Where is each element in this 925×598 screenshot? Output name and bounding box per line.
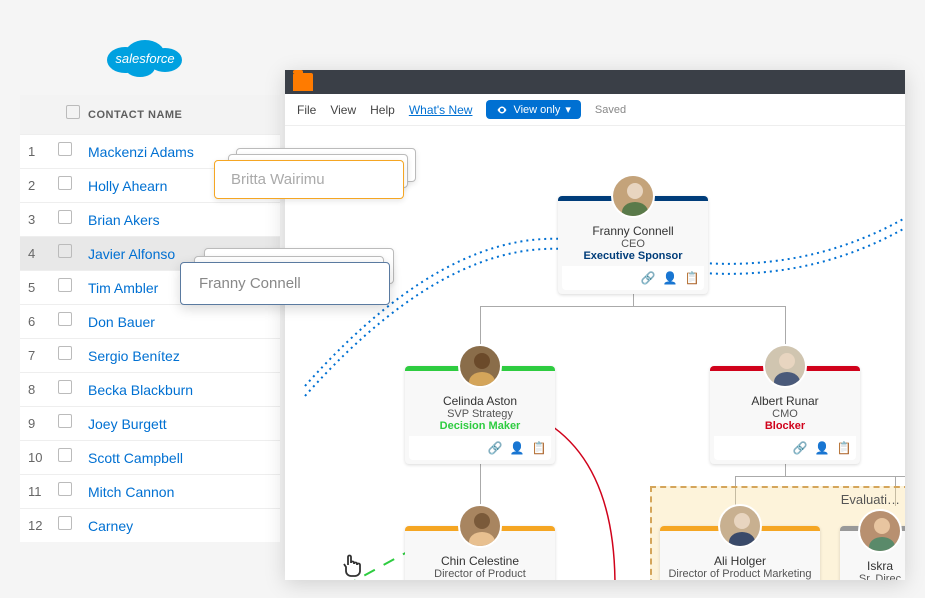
contact-link[interactable]: Brian Akers [88, 212, 160, 228]
link-icon[interactable]: 🔗 [487, 440, 503, 456]
eye-icon [496, 104, 508, 116]
row-checkbox[interactable] [58, 448, 72, 462]
row-checkbox[interactable] [58, 346, 72, 360]
menubar: File View Help What's New View only ▾ Sa… [285, 94, 905, 126]
row-checkbox[interactable] [58, 312, 72, 326]
person-icon[interactable]: 👤 [814, 440, 830, 456]
row-checkbox[interactable] [58, 278, 72, 292]
window-titlebar[interactable] [285, 70, 905, 94]
contact-link[interactable]: Scott Campbell [88, 450, 183, 466]
menu-help[interactable]: Help [370, 103, 395, 117]
chevron-down-icon: ▾ [565, 103, 571, 116]
person-icon[interactable]: 👤 [662, 270, 678, 286]
contact-header-label: CONTACT NAME [88, 109, 182, 121]
node-title: Director of Product Marketing [664, 568, 816, 580]
notes-icon[interactable]: 📋 [531, 440, 547, 456]
cursor-icon [340, 551, 364, 580]
select-all-checkbox[interactable] [66, 105, 80, 119]
node-title: SVP Strategy [409, 408, 551, 420]
notes-icon[interactable]: 📋 [684, 270, 700, 286]
row-checkbox[interactable] [58, 380, 72, 394]
menu-file[interactable]: File [297, 103, 316, 117]
org-node-ali[interactable]: Ali Holger Director of Product Marketing… [660, 526, 820, 580]
node-name: Ali Holger [664, 554, 816, 568]
avatar [458, 344, 502, 388]
node-role: Blocker [714, 420, 856, 432]
contact-link[interactable]: Tim Ambler [88, 280, 158, 296]
row-checkbox[interactable] [58, 516, 72, 530]
org-chart-window: File View Help What's New View only ▾ Sa… [285, 70, 905, 580]
avatar [858, 509, 902, 553]
avatar [763, 344, 807, 388]
menu-whats-new[interactable]: What's New [409, 103, 473, 117]
zone-label: Evaluati… [841, 492, 900, 507]
svg-text:salesforce: salesforce [115, 51, 174, 66]
contact-link[interactable]: Becka Blackburn [88, 382, 193, 398]
node-name: Celinda Aston [409, 394, 551, 408]
node-name: Albert Runar [714, 394, 856, 408]
node-title: Director of Product [409, 568, 551, 580]
node-title: Sr. Direc [844, 573, 905, 580]
row-checkbox[interactable] [58, 244, 72, 258]
row-checkbox[interactable] [58, 142, 72, 156]
menu-view[interactable]: View [330, 103, 356, 117]
table-row[interactable]: 6Don Bauer [20, 304, 280, 338]
node-role: Executive Sponsor [562, 250, 704, 262]
contact-link[interactable]: Mitch Cannon [88, 484, 174, 500]
contact-link[interactable]: Carney [88, 518, 133, 534]
org-node-iskra[interactable]: Iskra Sr. Direc Oth [840, 526, 905, 580]
person-icon[interactable]: 👤 [509, 440, 525, 456]
row-checkbox[interactable] [58, 210, 72, 224]
contact-link[interactable]: Joey Burgett [88, 416, 167, 432]
node-name: Franny Connell [562, 224, 704, 238]
contact-link[interactable]: Sergio Benítez [88, 348, 180, 364]
table-row[interactable]: 10Scott Campbell [20, 440, 280, 474]
view-only-button[interactable]: View only ▾ [486, 100, 580, 119]
node-role: Decision Maker [409, 420, 551, 432]
avatar [458, 504, 502, 548]
folder-icon [293, 73, 313, 91]
org-node-celinda[interactable]: Celinda Aston SVP Strategy Decision Make… [405, 366, 555, 464]
node-title: CMO [714, 408, 856, 420]
row-checkbox[interactable] [58, 414, 72, 428]
table-row[interactable]: 11Mitch Cannon [20, 474, 280, 508]
table-row[interactable]: 8Becka Blackburn [20, 372, 280, 406]
contact-link[interactable]: Javier Alfonso [88, 246, 175, 262]
node-title: CEO [562, 238, 704, 250]
contact-link[interactable]: Don Bauer [88, 314, 155, 330]
node-name: Iskra [844, 559, 905, 573]
table-row[interactable]: 3Brian Akers [20, 202, 280, 236]
notes-icon[interactable]: 📋 [836, 440, 852, 456]
link-icon[interactable]: 🔗 [792, 440, 808, 456]
saved-status: Saved [595, 104, 626, 116]
salesforce-logo: salesforce [95, 25, 195, 90]
link-icon[interactable]: 🔗 [640, 270, 656, 286]
contact-link[interactable]: Mackenzi Adams [88, 144, 194, 160]
table-row[interactable]: 12Carney [20, 508, 280, 542]
contact-header: CONTACT NAME [20, 95, 280, 134]
table-row[interactable]: 7Sergio Benítez [20, 338, 280, 372]
org-node-albert[interactable]: Albert Runar CMO Blocker 🔗 👤 📋 [710, 366, 860, 464]
node-name: Chin Celestine [409, 554, 551, 568]
row-checkbox[interactable] [58, 482, 72, 496]
org-node-chin[interactable]: Chin Celestine Director of Product Evalu… [405, 526, 555, 580]
row-checkbox[interactable] [58, 176, 72, 190]
contact-link[interactable]: Holly Ahearn [88, 178, 167, 194]
table-row[interactable]: 9Joey Burgett [20, 406, 280, 440]
drag-card-britta[interactable]: Britta Wairimu [214, 160, 404, 199]
drag-card-franny[interactable]: Franny Connell [180, 262, 390, 305]
avatar [611, 174, 655, 218]
avatar [718, 504, 762, 548]
org-node-franny[interactable]: Franny Connell CEO Executive Sponsor 🔗 👤… [558, 196, 708, 294]
